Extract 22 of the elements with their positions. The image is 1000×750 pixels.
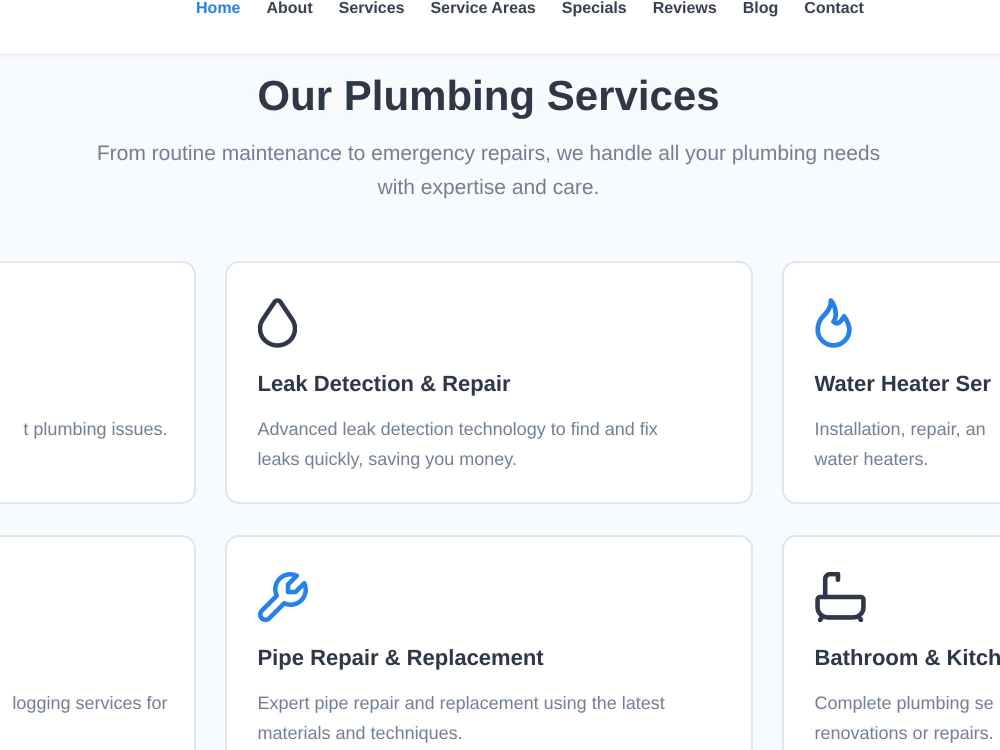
nav-link[interactable]: Services: [338, 0, 404, 18]
card-title: Pipe Repair & Replacement: [258, 644, 545, 672]
card-description: water heaters.: [814, 448, 930, 471]
card-description: Complete plumbing se: [814, 692, 995, 715]
section-subtitle: From routine maintenance to emergency repairs, we handle all your plumbing needs with expertise and care.: [96, 141, 882, 201]
nav-link[interactable]: Contact: [804, 0, 864, 18]
nav-link[interactable]: Specials: [562, 0, 627, 18]
card-description: renovations or repairs.: [814, 722, 995, 745]
card-description: Installation, repair, an: [814, 418, 987, 441]
nav-link[interactable]: Home: [196, 0, 240, 18]
card-description: Advanced leak detection technology to find and fix leaks quickly, saving you money.: [258, 418, 659, 471]
card-description: Expert pipe repair and replacement using the latest materials and techniques.: [258, 692, 666, 745]
card-title: Leak Detection & Repair: [258, 370, 512, 398]
card-description: t plumbing issues.: [22, 418, 168, 441]
nav-link[interactable]: Service Areas: [430, 0, 536, 18]
card-title: Bathroom & Kitch: [814, 644, 1000, 672]
card-title: Water Heater Ser: [814, 370, 992, 398]
nav-link[interactable]: Reviews: [652, 0, 717, 18]
section-heading: Our Plumbing Services: [256, 71, 721, 121]
card-description: logging services for: [11, 692, 168, 715]
nav-link[interactable]: About: [266, 0, 313, 18]
nav-link[interactable]: Blog: [742, 0, 778, 18]
